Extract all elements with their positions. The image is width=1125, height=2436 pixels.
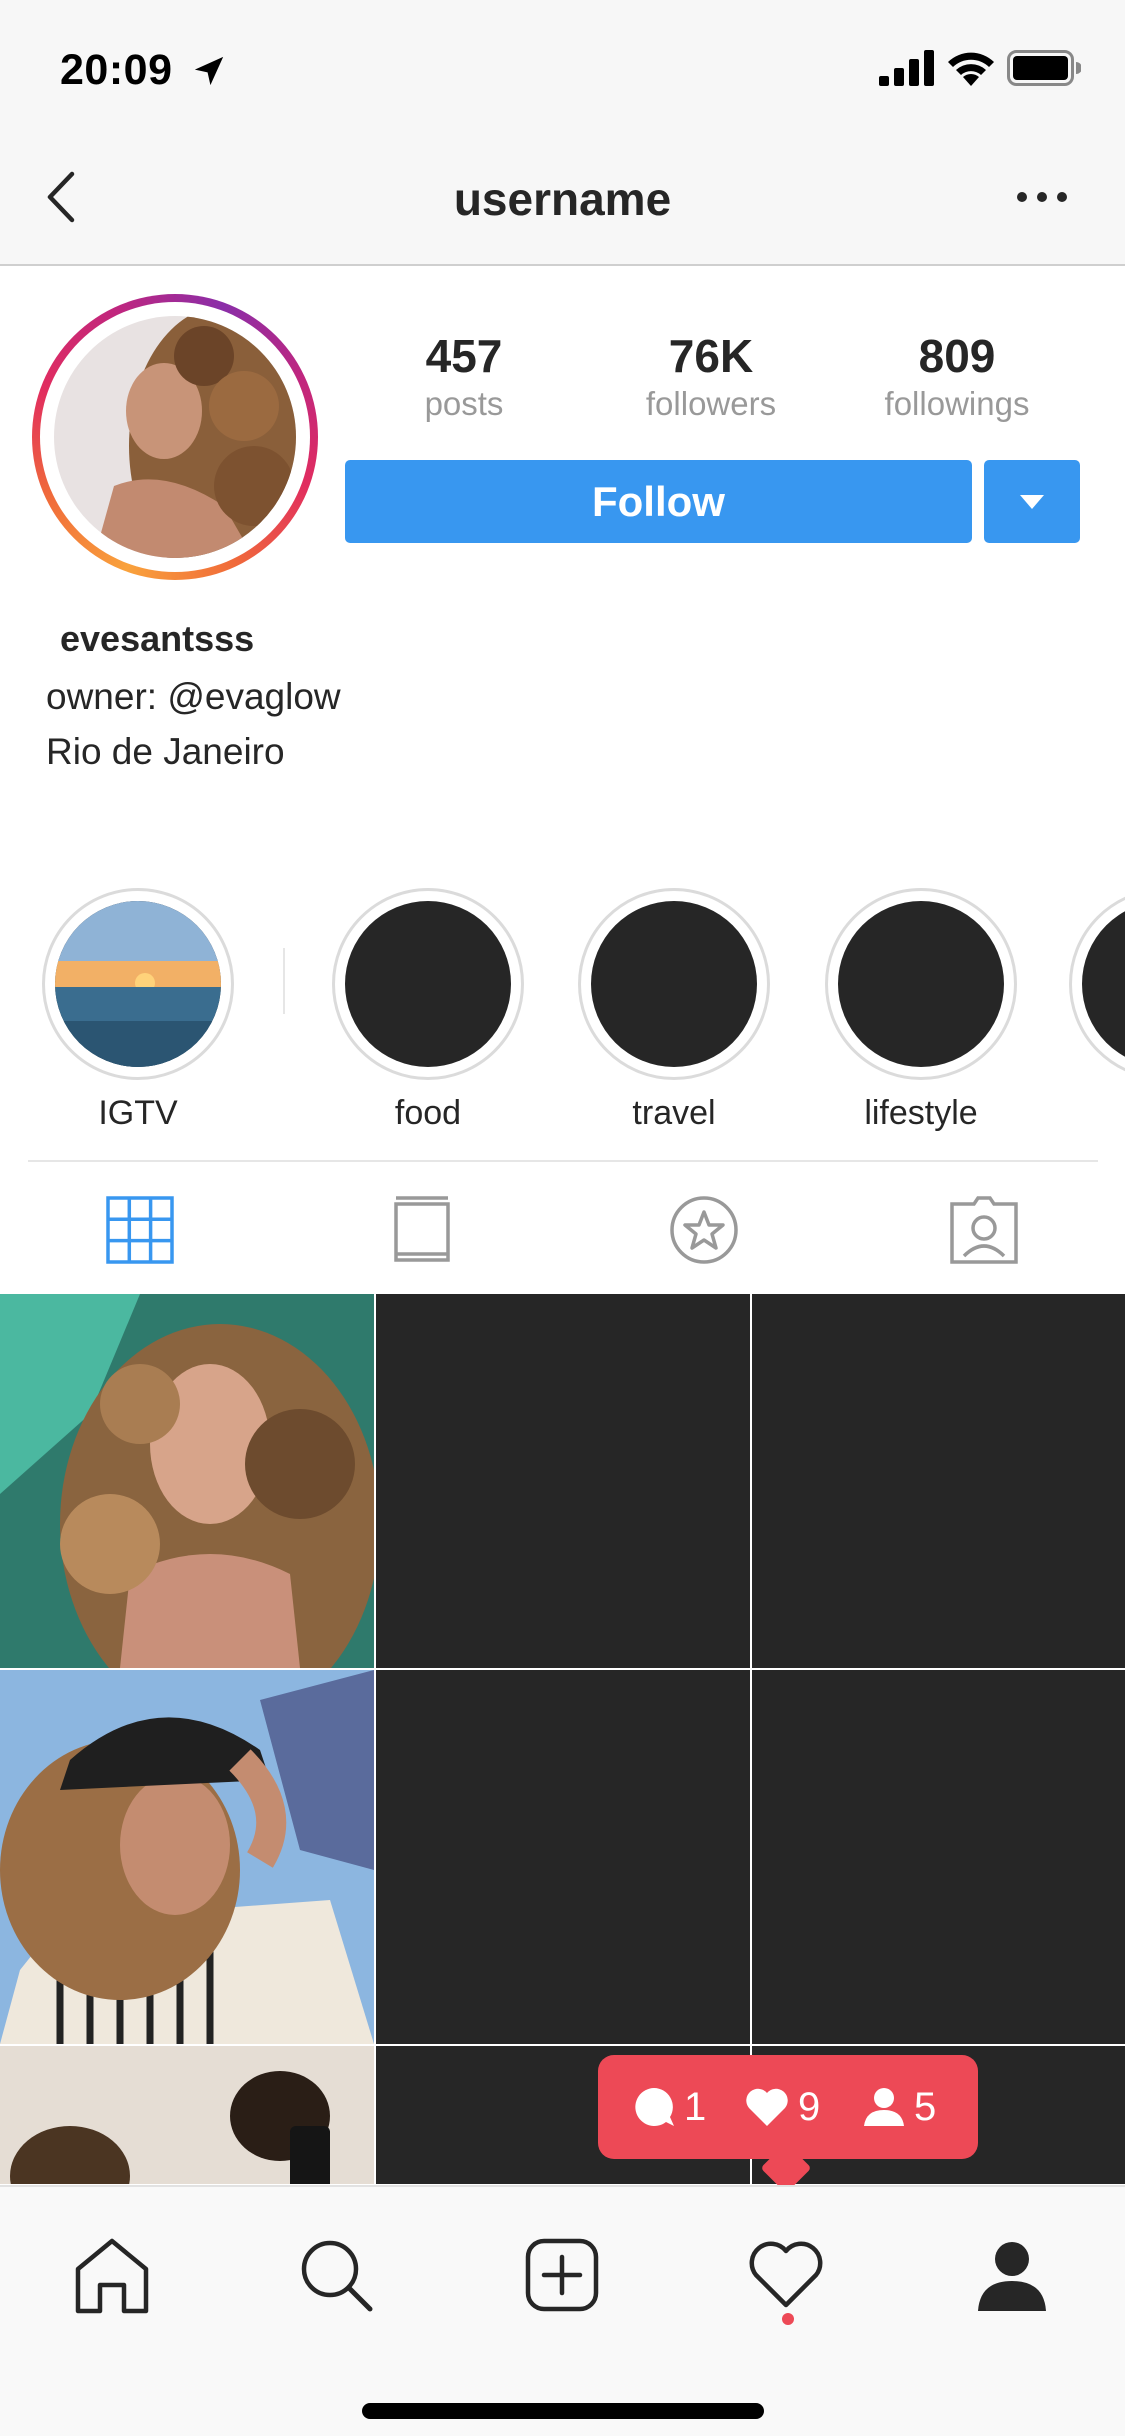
post-thumbnail[interactable] xyxy=(0,1294,374,1668)
stat-value: 76K xyxy=(668,330,754,382)
highlight-label: lifestyle xyxy=(864,1094,978,1132)
highlight-cover xyxy=(345,901,511,1067)
activity-notification[interactable]: 1 9 5 xyxy=(598,2055,978,2159)
post-thumbnail[interactable] xyxy=(0,1670,374,2044)
like-count-value: 9 xyxy=(798,2084,821,2129)
profile-avatar-ring[interactable] xyxy=(32,294,318,580)
divider xyxy=(28,1160,1098,1162)
wifi-icon xyxy=(948,52,994,86)
stat-label: followings xyxy=(884,385,1030,422)
location-arrow-icon xyxy=(194,56,224,86)
stat-value: 457 xyxy=(425,330,503,382)
post-thumbnail[interactable] xyxy=(752,1294,1125,1668)
bio-line: Rio de Janeiro xyxy=(46,731,285,772)
highlight-food[interactable]: food xyxy=(330,888,526,1133)
highlight-travel[interactable]: travel xyxy=(576,888,772,1133)
post-thumbnail[interactable] xyxy=(752,1670,1125,2044)
add-post-icon[interactable] xyxy=(522,2235,602,2315)
highlight-label: IGTV xyxy=(98,1094,178,1132)
igtv-thumbnail xyxy=(55,901,221,1067)
highlight-cover xyxy=(838,901,1004,1067)
stat-posts[interactable]: 457 posts xyxy=(364,330,564,426)
stat-label: posts xyxy=(424,385,504,422)
person-icon xyxy=(864,2088,904,2126)
home-icon[interactable] xyxy=(72,2235,152,2315)
suggested-accounts-button[interactable] xyxy=(984,460,1080,543)
follow-count: 5 xyxy=(862,2055,936,2159)
heart-icon xyxy=(746,2088,788,2126)
posts-grid xyxy=(0,1294,1125,2184)
highlight-label: food xyxy=(394,1094,462,1132)
activity-indicator-dot xyxy=(782,2313,794,2325)
stat-value: 809 xyxy=(918,330,996,382)
battery-icon xyxy=(1007,50,1081,86)
profile-name: evesantsss xyxy=(60,618,255,659)
bio-line: owner: @evaglow xyxy=(46,676,341,717)
highlight-divider xyxy=(283,948,285,1014)
more-options-icon[interactable] xyxy=(1012,177,1072,217)
bottom-tab-bar xyxy=(0,2185,1125,2436)
cellular-signal-icon xyxy=(879,50,934,86)
page-title: username xyxy=(453,173,672,225)
highlight-label: travel xyxy=(632,1094,716,1132)
home-indicator[interactable] xyxy=(362,2403,764,2419)
highlight-cover xyxy=(1082,901,1125,1067)
tagged-icon[interactable] xyxy=(944,1190,1024,1270)
saved-star-icon[interactable] xyxy=(664,1190,744,1270)
like-count: 9 xyxy=(744,2055,820,2159)
post-thumbnail[interactable] xyxy=(376,1294,750,1668)
search-icon[interactable] xyxy=(296,2235,376,2315)
comment-count: 1 xyxy=(632,2055,706,2159)
status-time: 20:09 xyxy=(60,46,173,94)
navigation-bar: username xyxy=(0,132,1125,266)
stat-label: followers xyxy=(645,385,777,422)
activity-heart-icon[interactable] xyxy=(746,2235,826,2315)
triangle-down-icon xyxy=(1020,494,1044,509)
profile-icon[interactable] xyxy=(972,2235,1052,2315)
highlight-cover xyxy=(591,901,757,1067)
grid-icon[interactable] xyxy=(100,1190,180,1270)
post-thumbnail[interactable] xyxy=(0,2046,374,2184)
follow-count-value: 5 xyxy=(914,2084,937,2129)
follow-button[interactable]: Follow xyxy=(345,460,972,543)
highlight-lifestyle[interactable]: lifestyle xyxy=(823,888,1019,1133)
comment-icon xyxy=(635,2088,674,2126)
stat-followings[interactable]: 809 followings xyxy=(857,330,1057,426)
comment-count-value: 1 xyxy=(684,2084,707,2129)
igtv-icon[interactable] xyxy=(382,1190,462,1270)
stat-followers[interactable]: 76K followers xyxy=(611,330,811,426)
status-bar: 20:09 xyxy=(0,0,1125,132)
avatar xyxy=(54,316,296,558)
highlight-igtv[interactable]: IGTV xyxy=(40,888,236,1133)
post-thumbnail[interactable] xyxy=(376,1670,750,2044)
highlight-partial[interactable] xyxy=(1069,888,1125,1080)
